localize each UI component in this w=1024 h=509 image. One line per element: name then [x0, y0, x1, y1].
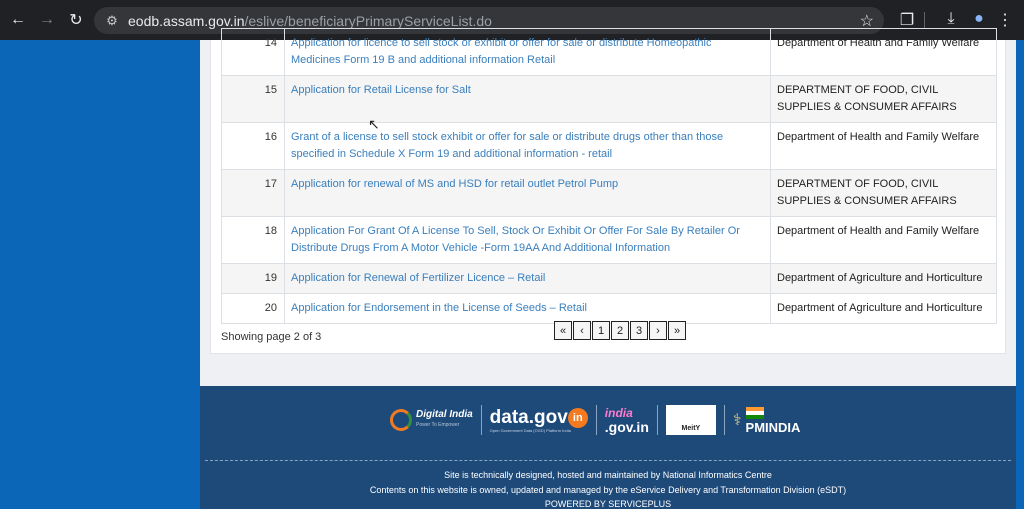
forward-arrow-icon[interactable]: →: [36, 9, 58, 31]
page-2-button[interactable]: 2: [611, 321, 629, 340]
service-table: 14 Application for licence to sell stock…: [221, 28, 997, 324]
meity-logo[interactable]: MeitY: [665, 405, 716, 435]
next-page-button[interactable]: ›: [649, 321, 667, 340]
logo-separator: [656, 405, 658, 435]
row-number: 15: [221, 75, 285, 123]
table-row: 20 Application for Endorsement in the Li…: [221, 293, 997, 324]
download-icon[interactable]: ⤓: [940, 10, 962, 28]
row-number: 16: [221, 122, 285, 170]
service-list-card: 14 Application for licence to sell stock…: [210, 28, 1006, 354]
logo-separator: [723, 405, 725, 435]
india-flag-icon: [745, 406, 764, 419]
service-link[interactable]: Application for renewal of MS and HSD fo…: [284, 169, 771, 217]
footer-line-3: POWERED BY SERVICEPLUS: [544, 499, 672, 509]
last-page-button[interactable]: »: [668, 321, 686, 340]
table-row: 16 Grant of a license to sell stock exhi…: [221, 122, 997, 170]
table-row: 17 Application for renewal of MS and HSD…: [221, 169, 997, 217]
right-blue-panel: [1016, 40, 1024, 509]
datagov-tagline: Open Government Data (OGD) Platform Indi…: [489, 427, 571, 433]
table-row: 15 Application for Retail License for Sa…: [221, 75, 997, 123]
first-page-button[interactable]: «: [554, 321, 572, 340]
department-cell: Department of Agriculture and Horticultu…: [770, 263, 997, 294]
service-link[interactable]: Application for Renewal of Fertilizer Li…: [284, 263, 771, 294]
table-row: 18 Application For Grant Of A License To…: [221, 216, 997, 264]
url-domain: eodb.assam.gov.in: [128, 12, 245, 29]
digital-india-label: Digital India: [416, 409, 473, 420]
pmindia-logo[interactable]: ⚕ PMINDIA: [732, 406, 801, 435]
extensions-icon[interactable]: ❐: [896, 10, 918, 30]
service-link[interactable]: Application for Endorsement in the Licen…: [284, 293, 771, 324]
page-1-button[interactable]: 1: [592, 321, 610, 340]
department-cell: Department of Health and Family Welfare: [770, 28, 997, 76]
back-arrow-icon[interactable]: ←: [7, 9, 29, 31]
row-number: 18: [221, 216, 285, 264]
url-text: eodb.assam.gov.in/eslive/beneficiaryPrim…: [128, 13, 492, 29]
footer-line-1: Site is technically designed, hosted and…: [444, 470, 772, 480]
digital-india-tagline: Power To Empower: [416, 422, 460, 428]
reload-icon[interactable]: ↻: [65, 9, 87, 31]
pmindia-label: PMINDIA: [745, 419, 801, 435]
logo-separator: [595, 405, 597, 435]
row-number: 20: [221, 293, 285, 324]
digital-india-icon: [390, 409, 412, 431]
pagination: « ‹ 1 2 3 › »: [554, 321, 687, 340]
footer-logos: Digital India Power To Empower data.gov in…: [390, 403, 800, 437]
site-footer: Digital India Power To Empower data.gov in…: [200, 386, 1016, 509]
toolbar-divider: [924, 12, 925, 28]
left-blue-panel: [0, 40, 200, 509]
datagov-label: data.gov: [489, 406, 568, 428]
department-cell: Department of Health and Family Welfare: [770, 122, 997, 170]
service-link[interactable]: Grant of a license to sell stock exhibit…: [284, 122, 771, 170]
national-emblem-icon: ⚕: [732, 412, 742, 429]
footer-line-2: Contents on this website is owned, updat…: [369, 485, 847, 495]
datagov-logo[interactable]: data.gov in Open Government Data (OGD) Pl…: [489, 406, 588, 433]
service-link[interactable]: Application for Retail License for Salt: [284, 75, 771, 123]
department-cell: Department of Health and Family Welfare: [770, 216, 997, 264]
datagov-in-badge: in: [567, 407, 588, 428]
row-number: 17: [221, 169, 285, 217]
main-content: 14 Application for licence to sell stock…: [200, 28, 1016, 386]
url-path: /eslive/beneficiaryPrimaryServiceList.do: [244, 12, 492, 29]
prev-page-button[interactable]: ‹: [573, 321, 591, 340]
menu-dots-icon[interactable]: ⋮: [994, 10, 1016, 30]
department-cell: DEPARTMENT OF FOOD, CIVIL SUPPLIES & CON…: [770, 75, 997, 123]
logo-separator: [480, 405, 482, 435]
table-row: 14 Application for licence to sell stock…: [221, 28, 997, 76]
table-row: 19 Application for Renewal of Fertilizer…: [221, 263, 997, 294]
indiagov-top-label: india: [604, 406, 633, 420]
department-cell: DEPARTMENT OF FOOD, CIVIL SUPPLIES & CON…: [770, 169, 997, 217]
department-cell: Department of Agriculture and Horticultu…: [770, 293, 997, 324]
footer-divider: [205, 460, 1011, 461]
indiagov-label: .gov.in: [604, 419, 649, 435]
service-link[interactable]: Application for licence to sell stock or…: [284, 28, 771, 76]
site-settings-icon[interactable]: ⚙: [102, 13, 122, 29]
page-status-text: Showing page 2 of 3: [221, 331, 322, 343]
page-3-button[interactable]: 3: [630, 321, 648, 340]
row-number: 19: [221, 263, 285, 294]
service-link[interactable]: Application For Grant Of A License To Se…: [284, 216, 771, 264]
mouse-cursor-icon: ↖: [368, 116, 380, 132]
indiagov-logo[interactable]: india .gov.in: [605, 406, 649, 434]
meity-label: MeitY: [681, 425, 701, 432]
profile-icon[interactable]: ●: [968, 10, 990, 28]
digital-india-logo[interactable]: Digital India Power To Empower: [390, 409, 473, 431]
row-number: 14: [221, 28, 285, 76]
